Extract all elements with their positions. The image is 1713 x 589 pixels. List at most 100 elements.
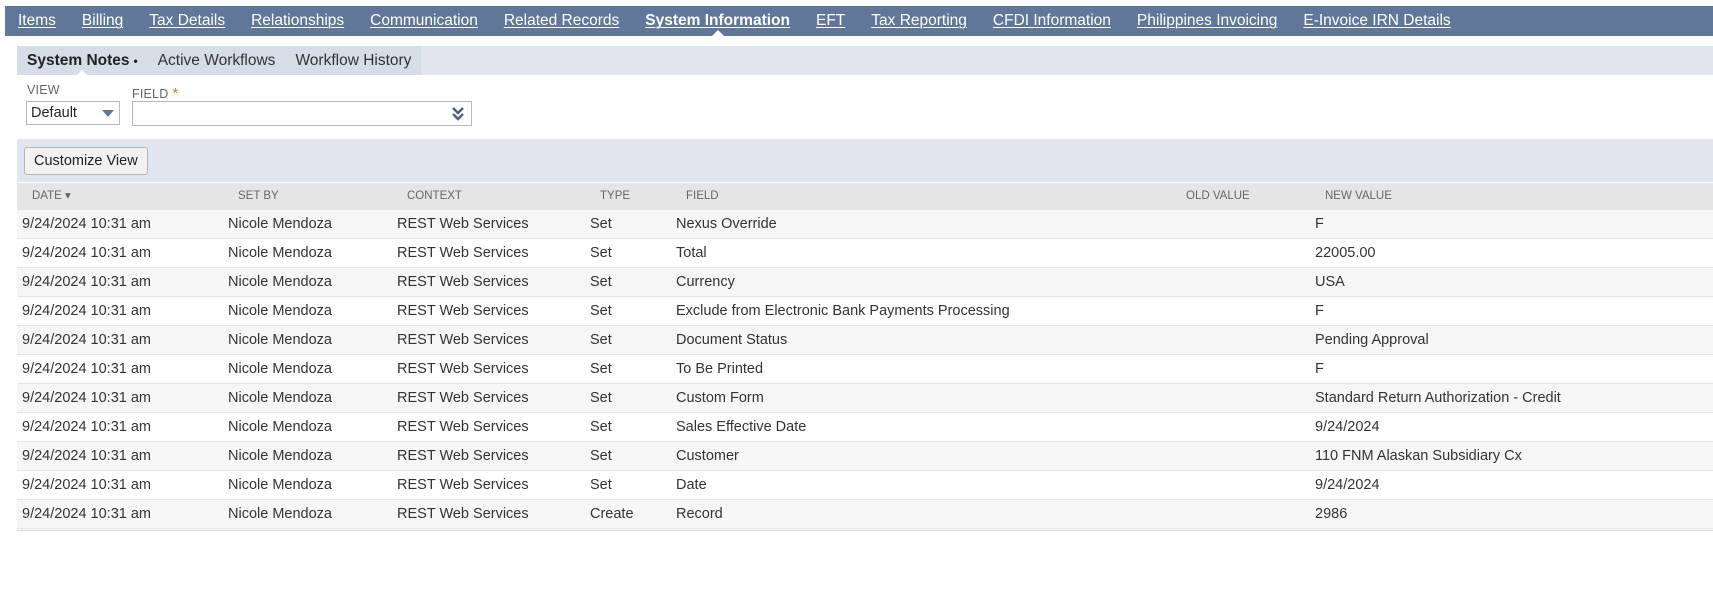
table-header: DATE ▾ SET BY CONTEXT TYPE FIELD OLD VAL… xyxy=(17,183,1713,210)
cell-set-by: Nicole Mendoza xyxy=(228,361,332,377)
cell-field: Nexus Override xyxy=(676,216,777,232)
table-row: 9/24/2024 10:31 am Nicole Mendoza REST Web… xyxy=(17,384,1713,413)
cell-type: Create xyxy=(590,506,634,522)
view-select[interactable]: Default xyxy=(26,101,120,125)
table-body: 9/24/2024 10:31 am Nicole Mendoza REST Web… xyxy=(17,210,1713,529)
cell-set-by: Nicole Mendoza xyxy=(228,448,332,464)
cell-type: Set xyxy=(590,448,612,464)
subtab-system-notes-label: System Notes xyxy=(27,51,130,69)
cell-new-value: 9/24/2024 xyxy=(1315,477,1380,493)
double-chevron-down-icon[interactable] xyxy=(451,106,465,122)
cell-context: REST Web Services xyxy=(397,448,529,464)
cell-set-by: Nicole Mendoza xyxy=(228,419,332,435)
cell-date: 9/24/2024 10:31 am xyxy=(22,303,151,319)
cell-new-value: Standard Return Authorization - Credit xyxy=(1315,390,1561,406)
tab-related-records[interactable]: Related Records xyxy=(491,6,632,36)
cell-date: 9/24/2024 10:31 am xyxy=(22,216,151,232)
column-header-set-by[interactable]: SET BY xyxy=(238,183,279,210)
column-header-type[interactable]: TYPE xyxy=(600,183,630,210)
cell-date: 9/24/2024 10:31 am xyxy=(22,245,151,261)
cell-field: Sales Effective Date xyxy=(676,419,807,435)
cell-set-by: Nicole Mendoza xyxy=(228,506,332,522)
field-label-text: FIELD xyxy=(132,87,169,101)
cell-field: Exclude from Electronic Bank Payments Pr… xyxy=(676,303,1010,319)
column-header-field[interactable]: FIELD xyxy=(686,183,719,210)
cell-new-value: USA xyxy=(1315,274,1345,290)
cell-context: REST Web Services xyxy=(397,477,529,493)
cell-context: REST Web Services xyxy=(397,216,529,232)
cell-set-by: Nicole Mendoza xyxy=(228,245,332,261)
table-row: 9/24/2024 10:31 am Nicole Mendoza REST Web… xyxy=(17,239,1713,268)
table-row: 9/24/2024 10:31 am Nicole Mendoza REST Web… xyxy=(17,471,1713,500)
cell-field: Currency xyxy=(676,274,735,290)
cell-set-by: Nicole Mendoza xyxy=(228,303,332,319)
table-row: 9/24/2024 10:31 am Nicole Mendoza REST Web… xyxy=(17,210,1713,239)
cell-new-value: 22005.00 xyxy=(1315,245,1376,261)
table-row: 9/24/2024 10:31 am Nicole Mendoza REST Web… xyxy=(17,413,1713,442)
tab-cfdi-information[interactable]: CFDI Information xyxy=(980,6,1124,36)
cell-context: REST Web Services xyxy=(397,419,529,435)
tab-eft[interactable]: EFT xyxy=(803,6,858,36)
cell-field: Total xyxy=(676,245,707,261)
cell-date: 9/24/2024 10:31 am xyxy=(22,477,151,493)
table-row: 9/24/2024 10:31 am Nicole Mendoza REST Web… xyxy=(17,442,1713,471)
subtab-system-notes[interactable]: System Notes • xyxy=(17,46,148,76)
tab-billing[interactable]: Billing xyxy=(69,6,136,36)
cell-type: Set xyxy=(590,477,612,493)
cell-new-value: F xyxy=(1315,303,1324,319)
tab-communication[interactable]: Communication xyxy=(357,6,491,36)
cell-type: Set xyxy=(590,419,612,435)
cell-date: 9/24/2024 10:31 am xyxy=(22,419,151,435)
subtab-workflow-history[interactable]: Workflow History xyxy=(285,46,422,75)
cell-context: REST Web Services xyxy=(397,506,529,522)
cell-date: 9/24/2024 10:31 am xyxy=(22,274,151,290)
cell-type: Set xyxy=(590,303,612,319)
cell-set-by: Nicole Mendoza xyxy=(228,390,332,406)
field-label: FIELD * xyxy=(132,85,178,102)
tab-relationships[interactable]: Relationships xyxy=(238,6,357,36)
tab-e-invoice-irn-details[interactable]: E-Invoice IRN Details xyxy=(1290,6,1463,36)
record-tab-bar: Items Billing Tax Details Relationships … xyxy=(5,6,1713,37)
column-header-date[interactable]: DATE ▾ xyxy=(32,183,71,210)
subtab-workflow-history-label: Workflow History xyxy=(295,51,412,69)
field-filter-input[interactable] xyxy=(132,101,472,126)
subtab-active-workflows[interactable]: Active Workflows xyxy=(147,46,286,75)
cell-date: 9/24/2024 10:31 am xyxy=(22,361,151,377)
cell-type: Set xyxy=(590,216,612,232)
cell-new-value: F xyxy=(1315,361,1324,377)
tab-tax-details[interactable]: Tax Details xyxy=(136,6,238,36)
cell-set-by: Nicole Mendoza xyxy=(228,216,332,232)
cell-field: Date xyxy=(676,477,707,493)
cell-type: Set xyxy=(590,361,612,377)
cell-date: 9/24/2024 10:31 am xyxy=(22,390,151,406)
cell-field: Custom Form xyxy=(676,390,764,406)
cell-context: REST Web Services xyxy=(397,390,529,406)
tab-tax-reporting[interactable]: Tax Reporting xyxy=(858,6,980,36)
cell-date: 9/24/2024 10:31 am xyxy=(22,506,151,522)
cell-field: Document Status xyxy=(676,332,788,348)
subtab-active-workflows-label: Active Workflows xyxy=(157,51,276,69)
cell-field: Record xyxy=(676,506,723,522)
system-notes-table: DATE ▾ SET BY CONTEXT TYPE FIELD OLD VAL… xyxy=(17,183,1713,529)
required-asterisk: * xyxy=(172,85,179,102)
cell-context: REST Web Services xyxy=(397,361,529,377)
cell-type: Set xyxy=(590,245,612,261)
table-bottom-border xyxy=(17,530,1713,531)
cell-type: Set xyxy=(590,332,612,348)
cell-context: REST Web Services xyxy=(397,332,529,348)
cell-context: REST Web Services xyxy=(397,245,529,261)
cell-set-by: Nicole Mendoza xyxy=(228,477,332,493)
tab-system-information[interactable]: System Information xyxy=(632,6,803,37)
cell-context: REST Web Services xyxy=(397,303,529,319)
cell-context: REST Web Services xyxy=(397,274,529,290)
tab-items[interactable]: Items xyxy=(5,6,69,36)
cell-set-by: Nicole Mendoza xyxy=(228,274,332,290)
customize-view-button[interactable]: Customize View xyxy=(24,147,148,175)
column-header-old-value[interactable]: OLD VALUE xyxy=(1186,183,1250,210)
cell-date: 9/24/2024 10:31 am xyxy=(22,448,151,464)
column-header-new-value[interactable]: NEW VALUE xyxy=(1325,183,1392,210)
column-header-context[interactable]: CONTEXT xyxy=(407,183,462,210)
table-row: 9/24/2024 10:31 am Nicole Mendoza REST Web… xyxy=(17,500,1713,529)
tab-philippines-invoicing[interactable]: Philippines Invoicing xyxy=(1124,6,1290,36)
cell-new-value: F xyxy=(1315,216,1324,232)
